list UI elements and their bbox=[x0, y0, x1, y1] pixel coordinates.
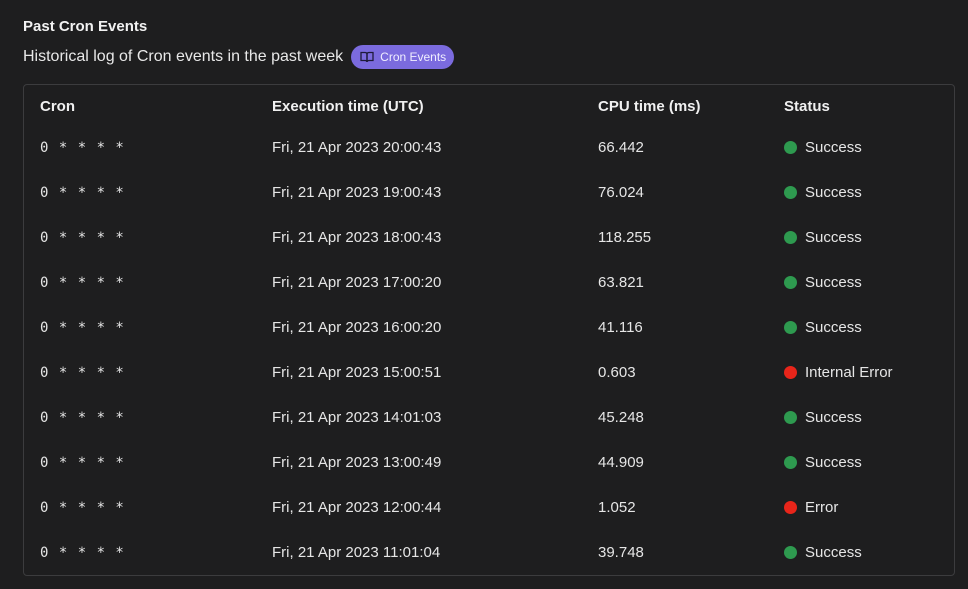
status-success-icon bbox=[784, 456, 797, 469]
execution-time: Fri, 21 Apr 2023 19:00:43 bbox=[272, 184, 442, 201]
subtitle-row: Historical log of Cron events in the pas… bbox=[23, 45, 455, 69]
status-cell: Success bbox=[784, 544, 862, 561]
table-row[interactable]: 0 * * * * Fri, 21 Apr 2023 15:00:51 0.603 I… bbox=[24, 350, 954, 395]
table-row[interactable]: 0 * * * * Fri, 21 Apr 2023 14:01:03 45.248… bbox=[24, 395, 954, 440]
table-row[interactable]: 0 * * * * Fri, 21 Apr 2023 17:00:20 63.821… bbox=[24, 260, 954, 305]
status-cell: Success bbox=[784, 319, 862, 336]
status-text: Success bbox=[805, 454, 862, 471]
status-cell: Success bbox=[784, 229, 862, 246]
status-success-icon bbox=[784, 276, 797, 289]
execution-time: Fri, 21 Apr 2023 13:00:49 bbox=[272, 454, 442, 471]
cron-expression: 0 * * * * bbox=[40, 364, 125, 381]
book-icon bbox=[360, 51, 374, 63]
cron-expression: 0 * * * * bbox=[40, 274, 125, 291]
cron-expression: 0 * * * * bbox=[40, 454, 125, 471]
status-cell: Internal Error bbox=[784, 364, 893, 381]
execution-time: Fri, 21 Apr 2023 18:00:43 bbox=[272, 229, 442, 246]
table-row[interactable]: 0 * * * * Fri, 21 Apr 2023 12:00:44 1.052 E… bbox=[24, 485, 954, 530]
cpu-time: 66.442 bbox=[598, 139, 644, 156]
status-text: Success bbox=[805, 139, 862, 156]
table-row[interactable]: 0 * * * * Fri, 21 Apr 2023 16:00:20 41.116… bbox=[24, 305, 954, 350]
execution-time: Fri, 21 Apr 2023 12:00:44 bbox=[272, 499, 442, 516]
cpu-time: 76.024 bbox=[598, 184, 644, 201]
status-success-icon bbox=[784, 231, 797, 244]
column-header-cpu-time: CPU time (ms) bbox=[598, 97, 701, 115]
cron-expression: 0 * * * * bbox=[40, 319, 125, 336]
cpu-time: 118.255 bbox=[598, 229, 652, 246]
cpu-time: 45.248 bbox=[598, 409, 644, 426]
status-cell: Success bbox=[784, 454, 862, 471]
status-text: Success bbox=[805, 409, 862, 426]
cron-expression: 0 * * * * bbox=[40, 139, 125, 156]
execution-time: Fri, 21 Apr 2023 11:01:04 bbox=[272, 544, 441, 561]
status-text: Success bbox=[805, 184, 862, 201]
status-text: Error bbox=[805, 499, 839, 516]
cpu-time: 41.116 bbox=[598, 319, 643, 336]
cpu-time: 39.748 bbox=[598, 544, 644, 561]
cpu-time: 44.909 bbox=[598, 454, 644, 471]
status-error-icon bbox=[784, 501, 797, 514]
status-cell: Success bbox=[784, 184, 862, 201]
status-text: Success bbox=[805, 319, 862, 336]
status-text: Internal Error bbox=[805, 364, 893, 381]
cron-events-table: Cron Execution time (UTC) CPU time (ms) … bbox=[23, 84, 955, 576]
status-cell: Success bbox=[784, 274, 862, 291]
cpu-time: 1.052 bbox=[598, 499, 636, 516]
cron-expression: 0 * * * * bbox=[40, 184, 125, 201]
table-row[interactable]: 0 * * * * Fri, 21 Apr 2023 20:00:43 66.442… bbox=[24, 125, 954, 170]
status-success-icon bbox=[784, 411, 797, 424]
cron-expression: 0 * * * * bbox=[40, 409, 125, 426]
page: Past Cron Events Historical log of Cron … bbox=[0, 0, 968, 589]
cron-expression: 0 * * * * bbox=[40, 544, 125, 561]
column-header-execution-time: Execution time (UTC) bbox=[272, 97, 424, 115]
cron-expression: 0 * * * * bbox=[40, 229, 125, 246]
execution-time: Fri, 21 Apr 2023 14:01:03 bbox=[272, 409, 442, 426]
status-success-icon bbox=[784, 546, 797, 559]
table-row[interactable]: 0 * * * * Fri, 21 Apr 2023 11:01:04 39.748… bbox=[24, 530, 954, 575]
cron-expression: 0 * * * * bbox=[40, 499, 125, 516]
cpu-time: 0.603 bbox=[598, 364, 636, 381]
execution-time: Fri, 21 Apr 2023 15:00:51 bbox=[272, 364, 442, 381]
status-success-icon bbox=[784, 186, 797, 199]
page-subtitle: Historical log of Cron events in the pas… bbox=[23, 48, 344, 65]
page-title: Past Cron Events bbox=[23, 18, 148, 35]
table-row[interactable]: 0 * * * * Fri, 21 Apr 2023 18:00:43 118.25… bbox=[24, 215, 954, 260]
status-error-icon bbox=[784, 366, 797, 379]
cron-events-link[interactable]: Cron Events bbox=[351, 45, 455, 69]
table-header: Cron Execution time (UTC) CPU time (ms) … bbox=[24, 85, 954, 127]
column-header-cron: Cron bbox=[40, 97, 75, 115]
status-success-icon bbox=[784, 321, 797, 334]
column-header-status: Status bbox=[784, 97, 830, 115]
status-text: Success bbox=[805, 274, 862, 291]
status-cell: Success bbox=[784, 409, 862, 426]
execution-time: Fri, 21 Apr 2023 20:00:43 bbox=[272, 139, 442, 156]
cpu-time: 63.821 bbox=[598, 274, 644, 291]
status-success-icon bbox=[784, 141, 797, 154]
badge-label: Cron Events bbox=[380, 50, 447, 64]
execution-time: Fri, 21 Apr 2023 16:00:20 bbox=[272, 319, 442, 336]
table-row[interactable]: 0 * * * * Fri, 21 Apr 2023 13:00:49 44.909… bbox=[24, 440, 954, 485]
status-cell: Error bbox=[784, 499, 838, 516]
status-cell: Success bbox=[784, 139, 862, 156]
table-row[interactable]: 0 * * * * Fri, 21 Apr 2023 19:00:43 76.024… bbox=[24, 170, 954, 215]
execution-time: Fri, 21 Apr 2023 17:00:20 bbox=[272, 274, 442, 291]
status-text: Success bbox=[805, 229, 862, 246]
status-text: Success bbox=[805, 544, 862, 561]
